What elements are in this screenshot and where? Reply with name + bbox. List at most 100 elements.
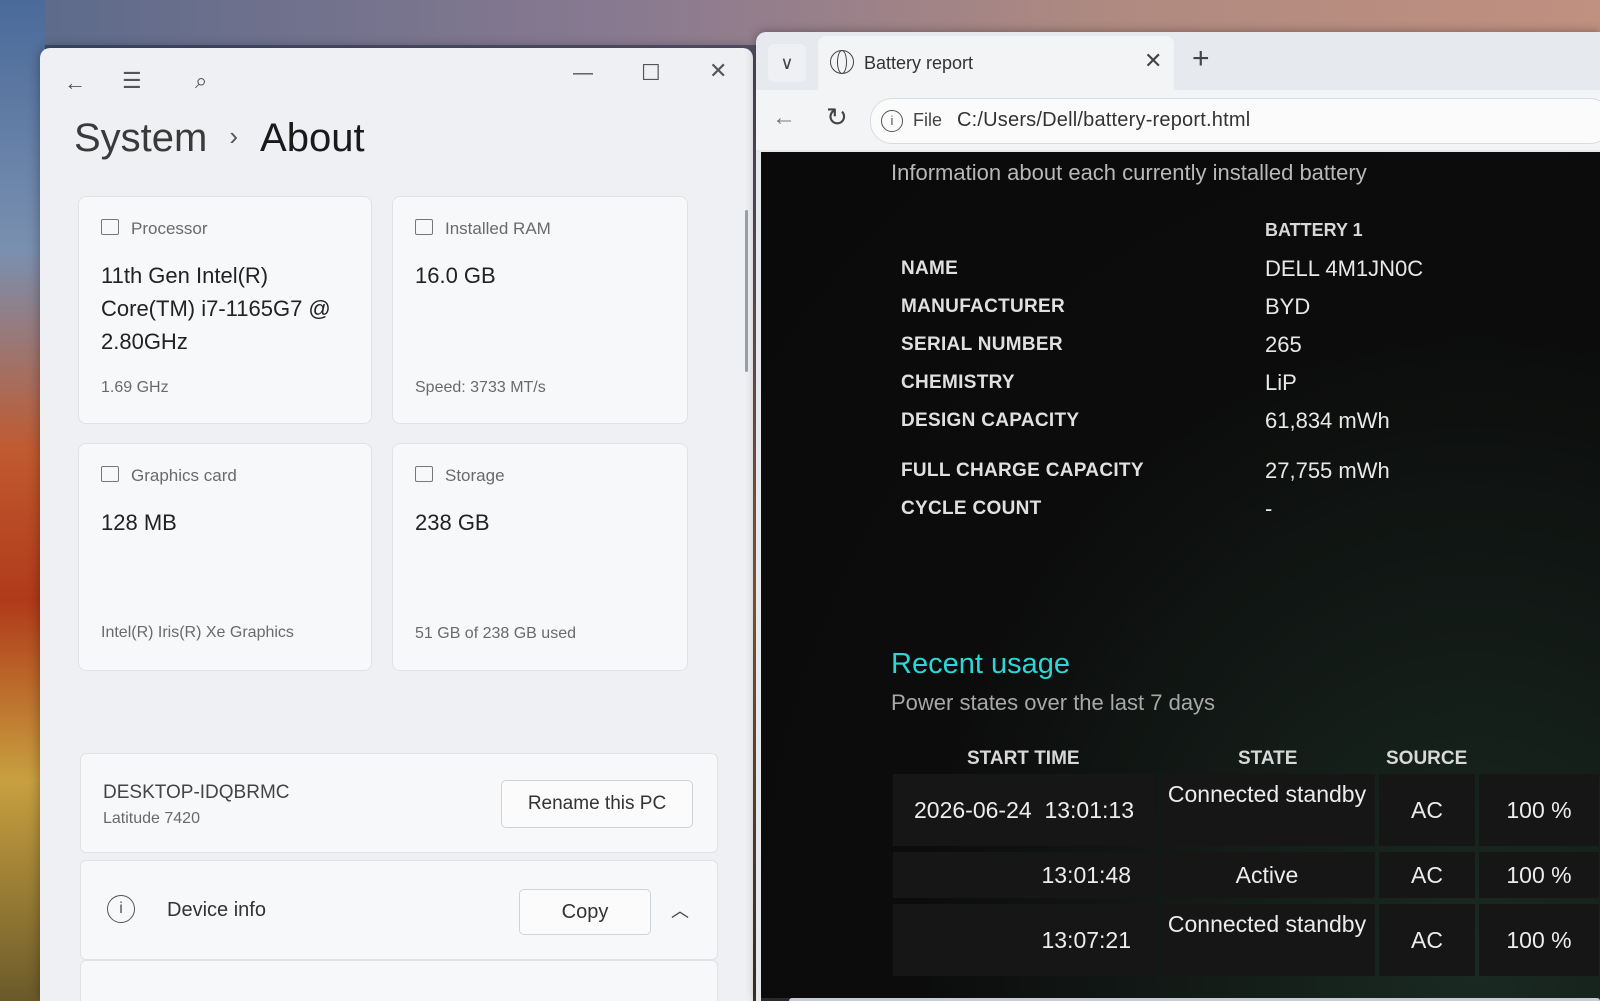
source-cell: AC — [1379, 774, 1475, 846]
graphics-value: 128 MB — [101, 510, 177, 535]
storage-value: 238 GB — [415, 510, 490, 535]
ram-label: Installed RAM — [445, 219, 551, 238]
col-header-source: SOURCE — [1386, 748, 1468, 769]
source-cell: AC — [1379, 852, 1475, 898]
pc-model: Latitude 7420 — [103, 810, 200, 827]
battery-row: CYCLE COUNT - — [901, 496, 1581, 528]
graphics-card-icon — [101, 466, 119, 482]
search-icon[interactable]: ⌕ — [195, 70, 207, 92]
hamburger-menu-icon[interactable]: ☰ — [122, 70, 142, 92]
address-bar[interactable]: i File C:/Users/Dell/battery-report.html — [870, 98, 1600, 144]
start-time-cell: 13:07:21 — [893, 904, 1155, 976]
recent-usage-title: Recent usage — [891, 648, 1070, 680]
storage-label: Storage — [445, 466, 505, 485]
maximize-icon[interactable]: ☐ — [641, 62, 661, 84]
battery-row-value: 61,834 mWh — [1265, 408, 1390, 433]
capacity-cell: 100 % — [1479, 852, 1599, 898]
address-url[interactable]: C:/Users/Dell/battery-report.html — [957, 109, 1250, 132]
breadcrumb: System › About — [74, 116, 365, 161]
battery-column-header: BATTERY 1 — [1265, 220, 1363, 240]
storage-used: 51 GB of 238 GB used — [415, 625, 576, 642]
battery-row-value: LiP — [1265, 370, 1297, 395]
start-time-cell: 13:01:48 — [893, 852, 1155, 898]
col-header-state: STATE — [1238, 748, 1298, 769]
breadcrumb-system[interactable]: System — [74, 116, 207, 160]
processor-label: Processor — [131, 219, 208, 238]
pc-name: DESKTOP-IDQBRMC — [103, 782, 290, 803]
site-info-icon[interactable]: i — [881, 110, 903, 132]
battery-row-key: DESIGN CAPACITY — [901, 410, 1080, 431]
address-scheme-label: File — [913, 110, 943, 130]
back-arrow-icon[interactable]: ← — [772, 104, 796, 132]
pc-name-card: DESKTOP-IDQBRMC Latitude 7420 Rename thi… — [80, 753, 718, 853]
settings-window: ← ☰ ⌕ — ☐ ✕ System › About Processor 11th … — [40, 48, 753, 1001]
battery-row: MANUFACTURER BYD — [901, 294, 1581, 326]
tab-battery-report[interactable]: Battery report ✕ — [818, 36, 1174, 90]
globe-icon — [830, 50, 854, 74]
battery-row: DESIGN CAPACITY 61,834 mWh — [901, 408, 1581, 440]
battery-row: NAME DELL 4M1JN0C — [901, 256, 1581, 288]
table-row: 2026-06-24 13:01:13 Connected standby AC… — [893, 774, 1600, 846]
browser-navbar: ← ↻ i File C:/Users/Dell/battery-report.… — [756, 90, 1600, 150]
battery-row-value: - — [1265, 496, 1273, 521]
desktop-wallpaper-left — [0, 0, 45, 1001]
ram-value: 16.0 GB — [415, 263, 496, 288]
source-cell: AC — [1379, 904, 1475, 976]
ram-icon — [415, 219, 433, 235]
processor-icon — [101, 219, 119, 235]
table-row: 13:01:48 Active AC 100 % — [893, 852, 1600, 898]
battery-row-key: NAME — [901, 258, 959, 279]
battery-row-key: MANUFACTURER — [901, 296, 1066, 317]
start-date: 2026-06-24 — [914, 797, 1032, 823]
battery-row-key: FULL CHARGE CAPACITY — [901, 460, 1144, 481]
recent-usage-subtitle: Power states over the last 7 days — [891, 690, 1216, 715]
storage-icon — [415, 466, 433, 482]
battery-row-value: 265 — [1265, 332, 1302, 357]
state-cell: Connected standby — [1159, 774, 1375, 846]
reload-icon[interactable]: ↻ — [826, 102, 848, 133]
state-cell: Connected standby — [1159, 904, 1375, 976]
rename-pc-button[interactable]: Rename this PC — [501, 780, 693, 828]
tab-title: Battery report — [864, 53, 974, 73]
battery-row-value: 27,755 mWh — [1265, 458, 1390, 483]
chevron-right-icon: › — [229, 121, 239, 151]
ram-card: Installed RAM 16.0 GB Speed: 3733 MT/s — [392, 196, 688, 424]
state-cell: Active — [1159, 852, 1375, 898]
tab-list-chevron-icon[interactable]: ∨ — [768, 44, 806, 82]
minimize-icon[interactable]: — — [573, 62, 593, 84]
browser-window: ∨ Battery report ✕ + ← ↻ i File C:/Users… — [756, 32, 1600, 1001]
device-specs-row — [80, 960, 718, 1001]
processor-card: Processor 11th Gen Intel(R) Core(TM) i7-… — [78, 196, 372, 424]
device-info-label: Device info — [167, 899, 266, 921]
battery-row-key: CYCLE COUNT — [901, 498, 1042, 519]
graphics-name: Intel(R) Iris(R) Xe Graphics — [101, 624, 294, 641]
page-title: About — [260, 116, 365, 160]
battery-row: CHEMISTRY LiP — [901, 370, 1581, 402]
storage-card: Storage 238 GB 51 GB of 238 GB used — [392, 443, 688, 671]
capacity-cell: 100 % — [1479, 774, 1599, 846]
battery-report-page: Information about each currently install… — [761, 152, 1600, 1001]
processor-value: 11th Gen Intel(R) Core(TM) i7-1165G7 @ 2… — [101, 263, 331, 354]
battery-row-value: DELL 4M1JN0C — [1265, 256, 1424, 281]
back-arrow-icon[interactable]: ← — [64, 72, 86, 94]
start-time-cell: 2026-06-24 13:01:13 — [893, 774, 1155, 846]
processor-speed: 1.69 GHz — [101, 379, 169, 396]
device-info-card[interactable]: i Device info Copy ︿ — [80, 860, 718, 960]
battery-row: SERIAL NUMBER 265 — [901, 332, 1581, 364]
battery-row: FULL CHARGE CAPACITY 27,755 mWh — [901, 458, 1581, 490]
start-time: 13:01:13 — [1044, 797, 1134, 823]
graphics-label: Graphics card — [131, 466, 237, 485]
new-tab-button[interactable]: + — [1192, 42, 1210, 76]
table-row: 13:07:21 Connected standby AC 100 % — [893, 904, 1600, 976]
copy-button[interactable]: Copy — [519, 889, 651, 935]
battery-row-value: BYD — [1265, 294, 1311, 319]
settings-scrollbar[interactable] — [745, 210, 748, 372]
capacity-cell: 100 % — [1479, 904, 1599, 976]
ram-speed: Speed: 3733 MT/s — [415, 379, 546, 396]
settings-titlebar: ← ☰ ⌕ — ☐ ✕ — [40, 48, 753, 118]
graphics-card: Graphics card 128 MB Intel(R) Iris(R) Xe… — [78, 443, 372, 671]
tab-close-icon[interactable]: ✕ — [1144, 48, 1162, 74]
close-icon[interactable]: ✕ — [709, 60, 727, 82]
chevron-up-icon[interactable]: ︿ — [671, 897, 689, 923]
battery-row-key: CHEMISTRY — [901, 372, 1015, 393]
